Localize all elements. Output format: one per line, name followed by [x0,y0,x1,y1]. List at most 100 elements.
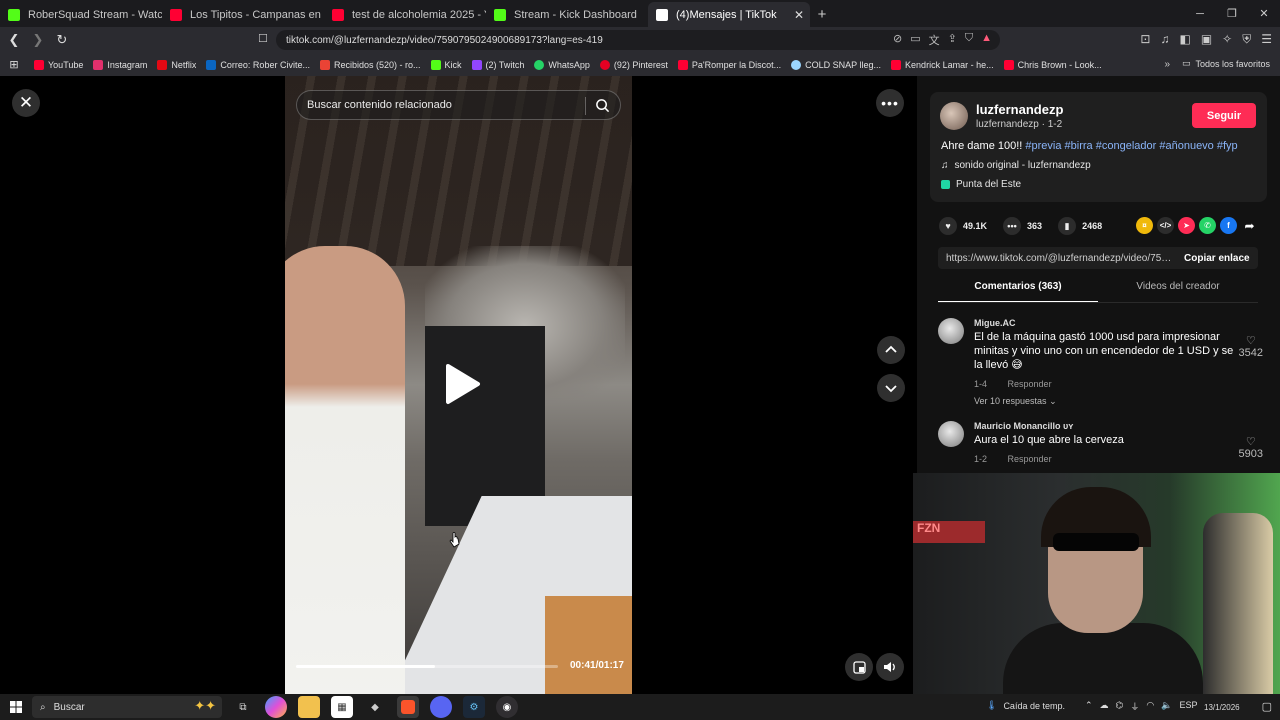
coin-icon[interactable]: ¤ [1136,217,1153,234]
tab-creator-videos[interactable]: Videos del creador [1098,281,1258,303]
back-icon[interactable]: ❮ [4,30,24,50]
steam-icon[interactable]: ⚙ [463,696,485,718]
share-icon[interactable]: ⇪ [948,32,957,48]
bookmark-netflix[interactable]: Netflix [157,59,196,70]
like-button[interactable]: ♥ 49.1K [939,217,987,235]
whatsapp-icon[interactable]: ✆ [1199,217,1216,234]
embed-icon[interactable]: </> [1157,217,1174,234]
vpn-icon[interactable]: ⛨ [1242,32,1251,47]
close-tab-icon[interactable]: ✕ [794,8,804,22]
chevron-up-icon[interactable]: ⌃ [1085,700,1093,713]
avatar[interactable] [938,318,964,344]
bookmark-paromper[interactable]: Pa'Romper la Discot... [677,59,781,70]
hashtag[interactable]: #añonuevo [1159,140,1213,152]
no-tracking-icon[interactable]: ⊘ [893,32,902,48]
speaker-icon[interactable]: 🔈 [1161,700,1172,713]
taskbar-search[interactable]: ⌕ Buscar ✦✦ [32,696,222,718]
bookmark-gmail[interactable]: Recibidos (520) - ro... [319,59,421,70]
minimize-icon[interactable]: ─ [1184,0,1216,27]
tab-test-alcoholemia[interactable]: test de alcoholemia 2025 - YouTube [324,2,486,27]
app-icon[interactable]: ◆ [364,696,386,718]
avatar[interactable] [938,421,964,447]
media-icon[interactable]: ♫ [1160,32,1169,47]
avatar[interactable] [940,102,968,130]
hashtag[interactable]: #birra [1065,140,1093,152]
bookmark-chris-brown[interactable]: Chris Brown - Look... [1003,59,1102,70]
brave-rewards-icon[interactable]: ▲ [981,32,992,48]
wifi-icon[interactable]: ◠ [1146,700,1154,713]
tab-search-icon[interactable]: ⊡ [1140,32,1150,47]
share-link[interactable]: https://www.tiktok.com/@luzfernandezp/vi… [938,253,1172,264]
bookmark-youtube[interactable]: YouTube [34,59,83,70]
previous-video-button[interactable] [877,336,905,364]
cast-icon[interactable]: ▭ [910,32,920,48]
clock[interactable]: 13/1/2026 [1204,703,1240,712]
brave-icon[interactable] [397,696,419,718]
sidebar-icon[interactable]: ◧ [1179,32,1190,47]
comment-like-button[interactable]: ♡ 5903 [1239,435,1263,460]
comment-button[interactable]: ••• 363 [1003,217,1042,235]
usb-icon[interactable]: ⏚ [1130,700,1139,713]
comment-like-button[interactable]: ♡ 3542 [1239,334,1263,359]
copy-link-button[interactable]: Copiar enlace [1172,253,1250,264]
tab-robersquad[interactable]: RoberSquad Stream - Watch Live [0,2,162,27]
restore-icon[interactable]: ❐ [1216,0,1248,27]
tab-kick-dashboard[interactable]: Stream - Kick Dashboard [486,2,648,27]
bookmark-icon[interactable]: ☐ [258,32,268,45]
tab-tiktok[interactable]: (4)Mensajes | TikTok ✕ [648,2,810,27]
bookmark-kendrick[interactable]: Kendrick Lamar - he... [891,59,994,70]
creator-name[interactable]: luzfernandezp [976,102,1063,117]
translate-icon[interactable]: 文 [929,32,940,48]
all-bookmarks[interactable]: ▭ Todos los favoritos [1182,58,1270,69]
start-button[interactable] [0,694,32,720]
tab-comments[interactable]: Comentarios (363) [938,281,1098,303]
notification-icon[interactable]: ▢ [1262,700,1272,713]
comment-user[interactable]: Migue.AC [974,318,1016,328]
weather-widget[interactable]: 🌡 Caída de temp. [986,700,1065,711]
sound-link[interactable]: ♫ sonido original - luzfernandezp [941,160,1091,171]
related-search-input[interactable]: Buscar contenido relacionado [296,90,621,120]
view-replies-button[interactable]: Ver 10 respuestas ⌄ [974,396,1057,407]
reply-button[interactable]: Responder [1008,454,1052,464]
bookmark-instagram[interactable]: Instagram [93,59,147,70]
reply-button[interactable]: Responder [1008,379,1052,389]
bookmark-kick[interactable]: Kick [430,59,462,70]
hashtag[interactable]: #congelador [1096,140,1157,152]
url-bar[interactable]: tiktok.com/@luzfernandezp/video/75907950… [276,30,1000,50]
apps-grid-icon[interactable]: ⊞ [4,55,24,75]
bookmark-whatsapp[interactable]: WhatsApp [534,59,590,70]
location-link[interactable]: Punta del Este [941,179,1021,190]
tab-los-tipitos[interactable]: Los Tipitos - Campanas en la noche ( [162,2,324,27]
share-arrow-icon[interactable]: ➦ [1241,217,1258,234]
brave-shield-icon[interactable]: ⛉ [965,32,973,48]
bookmark-pinterest[interactable]: (92) Pinterest [599,59,668,70]
bookmark-twitch[interactable]: (2) Twitch [471,59,524,70]
cloud-icon[interactable]: ☁ [1100,700,1109,713]
play-icon[interactable] [442,362,482,406]
bookmark-correo[interactable]: Correo: Rober Civite... [206,59,310,70]
discord-icon[interactable] [430,696,452,718]
network-icon[interactable]: ⌬ [1116,700,1124,713]
miniplayer-button[interactable] [845,653,873,681]
search-icon[interactable] [595,98,610,113]
save-button[interactable]: ▮ 2468 [1058,217,1102,235]
bookmark-cold-snap[interactable]: COLD SNAP lleg... [791,59,881,70]
reload-icon[interactable]: ↻ [52,30,72,50]
follow-button[interactable]: Seguir [1192,103,1256,128]
close-window-icon[interactable]: ✕ [1248,0,1280,27]
store-icon[interactable]: ▦ [331,696,353,718]
send-icon[interactable]: ➤ [1178,217,1195,234]
volume-button[interactable] [876,653,904,681]
task-view-icon[interactable]: ⧉ [232,696,254,718]
video-progress-bar[interactable] [296,665,558,668]
hashtag[interactable]: #fyp [1217,140,1238,152]
forward-icon[interactable]: ❯ [28,30,48,50]
comment-user[interactable]: Mauricio Monancillo ᴜʏ [974,421,1073,431]
obs-icon[interactable]: ◉ [496,696,518,718]
copilot-icon[interactable] [265,696,287,718]
hashtag[interactable]: #previa [1025,140,1061,152]
language-indicator[interactable]: ESP [1180,700,1198,713]
more-options-button[interactable]: ••• [876,89,904,117]
facebook-icon[interactable]: f [1220,217,1237,234]
new-tab-button[interactable]: + [810,2,834,27]
